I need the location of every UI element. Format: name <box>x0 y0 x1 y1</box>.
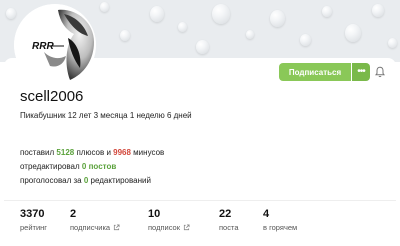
avatar-image: RRR <box>14 4 96 86</box>
hot-label: в горячем <box>263 223 298 232</box>
external-link-icon <box>113 224 120 231</box>
edits-count[interactable]: 0 постов <box>82 162 116 171</box>
edits-prefix: отредактировал <box>20 162 82 171</box>
profile-since: Пикабушник 12 лет 3 месяца 1 неделю 6 дн… <box>20 111 192 120</box>
external-link-icon <box>183 224 190 231</box>
votes-summary: поставил 5128 плюсов и 9968 минусов <box>20 148 164 157</box>
more-options-button[interactable]: ••• <box>352 63 370 81</box>
profile-nickname: scell2006 <box>20 88 84 105</box>
rating-label: рейтинг <box>20 223 48 232</box>
more-dots-icon: ••• <box>357 66 365 77</box>
posts-label: поста <box>219 223 239 232</box>
metric-subscribers[interactable]: 2 подписчика <box>70 208 120 232</box>
divider <box>4 200 396 201</box>
metric-hot[interactable]: 4 в горячем <box>263 208 297 232</box>
subscribe-button[interactable]: Подписаться <box>279 63 351 81</box>
posts-value: 22 <box>219 208 232 220</box>
votes-prefix: поставил <box>20 148 57 157</box>
edit-votes-prefix: проголосовал за <box>20 176 84 185</box>
subscribers-value: 2 <box>70 208 77 220</box>
subscriptions-label: подписок <box>148 223 190 232</box>
subscriptions-value: 10 <box>148 208 161 220</box>
bell-icon[interactable] <box>374 66 386 78</box>
edit-votes-summary: проголосовал за 0 редактирований <box>20 176 151 185</box>
rating-value: 3370 <box>20 208 45 220</box>
metric-rating: 3370 рейтинг <box>20 208 47 232</box>
pluses-count: 5128 <box>56 148 75 157</box>
minuses-count: 9968 <box>113 148 131 157</box>
hot-value: 4 <box>263 208 270 220</box>
metric-posts[interactable]: 22 поста <box>219 208 239 232</box>
subscribe-group: Подписаться ••• <box>279 63 370 81</box>
edit-votes-suffix: редактирований <box>88 176 151 185</box>
edits-summary: отредактировал 0 постов <box>20 162 116 171</box>
votes-suffix: минусов <box>130 148 165 157</box>
votes-mid: плюсов и <box>74 148 114 157</box>
metric-subscriptions[interactable]: 10 подписок <box>148 208 190 232</box>
avatar[interactable]: RRR <box>14 4 96 86</box>
subscribers-label: подписчика <box>70 223 120 232</box>
